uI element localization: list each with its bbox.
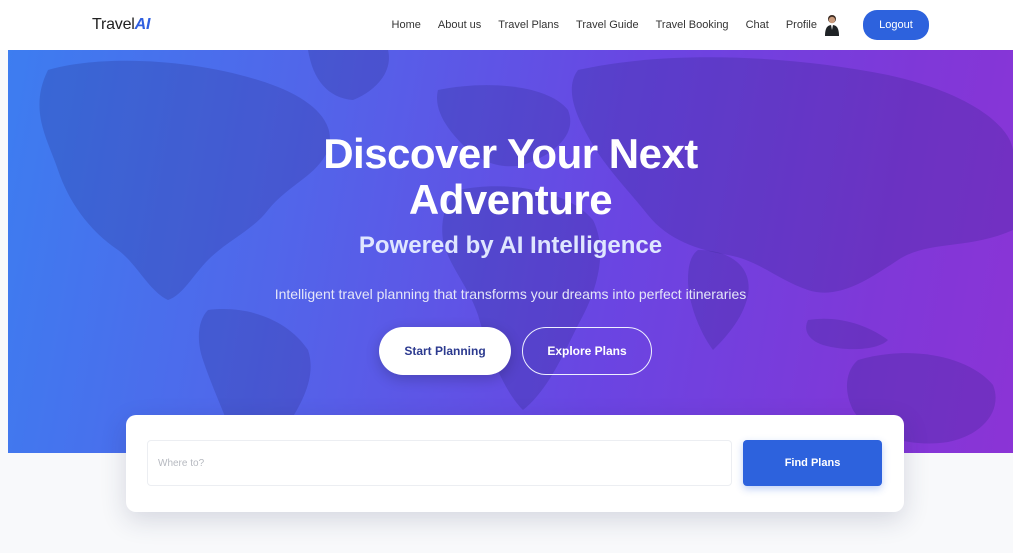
nav-link-chat[interactable]: Chat [746, 19, 769, 31]
explore-plans-button[interactable]: Explore Plans [522, 327, 652, 375]
hero-section: Discover Your Next Adventure Powered by … [8, 50, 1013, 453]
user-avatar-icon[interactable] [823, 14, 841, 36]
nav-link-home[interactable]: Home [392, 19, 421, 31]
hero-description: Intelligent travel planning that transfo… [274, 286, 747, 302]
brand-accent: AI [134, 16, 151, 33]
search-card: Find Plans [126, 415, 904, 512]
hero-title-line2: Adventure [408, 176, 613, 223]
nav-link-travel-booking[interactable]: Travel Booking [656, 19, 729, 31]
nav-link-profile[interactable]: Profile [786, 19, 817, 31]
hero-subtitle: Powered by AI Intelligence [358, 232, 663, 259]
destination-search-input[interactable] [147, 440, 732, 486]
brand-prefix: Travel [92, 16, 135, 33]
top-navbar: TravelAI Home About us Travel Plans Trav… [0, 0, 1013, 50]
nav-link-travel-plans[interactable]: Travel Plans [498, 19, 559, 31]
nav-link-about[interactable]: About us [438, 19, 481, 31]
start-planning-button[interactable]: Start Planning [379, 327, 511, 375]
hero-title-line1: Discover Your Next [323, 130, 698, 177]
brand-logo[interactable]: TravelAI [92, 16, 150, 34]
logout-button[interactable]: Logout [863, 10, 929, 40]
nav-link-travel-guide[interactable]: Travel Guide [576, 19, 639, 31]
find-plans-button[interactable]: Find Plans [743, 440, 882, 486]
nav-links: Home About us Travel Plans Travel Guide … [392, 10, 929, 40]
